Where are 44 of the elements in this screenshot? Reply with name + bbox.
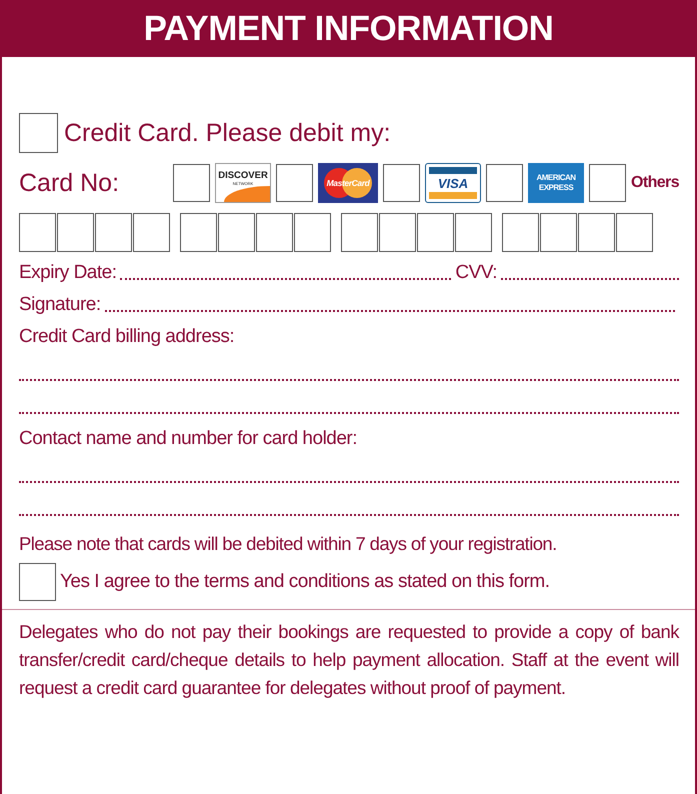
digit-box[interactable] xyxy=(341,213,378,252)
fill-in-line[interactable] xyxy=(104,309,675,312)
digit-box[interactable] xyxy=(455,213,492,252)
checkbox[interactable] xyxy=(276,164,314,202)
digit-box[interactable] xyxy=(379,213,416,252)
checkbox[interactable] xyxy=(173,164,210,202)
fill-in-line[interactable] xyxy=(19,480,679,483)
checkbox[interactable] xyxy=(19,563,56,601)
digit-box[interactable] xyxy=(502,213,539,252)
field-label: Credit Card billing address: xyxy=(19,326,234,348)
digit-box[interactable] xyxy=(294,213,331,252)
field-label: Contact name and number for card holder: xyxy=(19,428,358,450)
digit-box[interactable] xyxy=(180,213,217,252)
checkbox-label: Credit Card. Please debit my: xyxy=(64,118,391,148)
option-label: Others xyxy=(631,174,679,192)
digit-box[interactable] xyxy=(19,213,56,252)
digit-box[interactable] xyxy=(57,213,94,252)
digit-box[interactable] xyxy=(95,213,132,252)
card-logo: AMERICAN EXPRESS xyxy=(528,163,584,203)
digit-box[interactable] xyxy=(256,213,293,252)
note-text: Please note that cards will be debited within 7 days of your registration. xyxy=(19,533,558,555)
field-label: Signature: xyxy=(19,294,101,316)
fill-in-line[interactable] xyxy=(501,277,679,280)
checkbox-label: Yes I agree to the terms and conditions as stated on this form. xyxy=(60,571,550,593)
digit-box[interactable] xyxy=(417,213,454,252)
checkbox[interactable] xyxy=(19,113,58,153)
checkbox[interactable] xyxy=(486,164,524,202)
digit-box[interactable] xyxy=(540,213,577,252)
fill-in-line[interactable] xyxy=(19,513,679,516)
card-number-label: Card No: xyxy=(19,168,120,198)
card-logo: VISA xyxy=(425,163,482,203)
checkbox[interactable] xyxy=(589,164,626,202)
fill-in-line[interactable] xyxy=(120,277,452,280)
digit-box[interactable] xyxy=(616,213,653,252)
footer-text: Delegates who do not pay their bookings are requested to provide a copy of bank transfer/credit card/cheque details to help payment allocation. Staff at the event will request a credit card guarantee for delegates without proof of payment. xyxy=(19,620,679,700)
checkbox[interactable] xyxy=(383,164,420,202)
fill-in-line[interactable] xyxy=(19,411,679,414)
digit-box[interactable] xyxy=(218,213,255,252)
fill-in-line[interactable] xyxy=(19,378,679,381)
form-title: PAYMENT INFORMATION xyxy=(144,8,554,48)
field-label: CVV: xyxy=(455,262,497,284)
field-label: Expiry Date: xyxy=(19,262,116,284)
digit-box[interactable] xyxy=(133,213,170,252)
digit-box[interactable] xyxy=(578,213,615,252)
